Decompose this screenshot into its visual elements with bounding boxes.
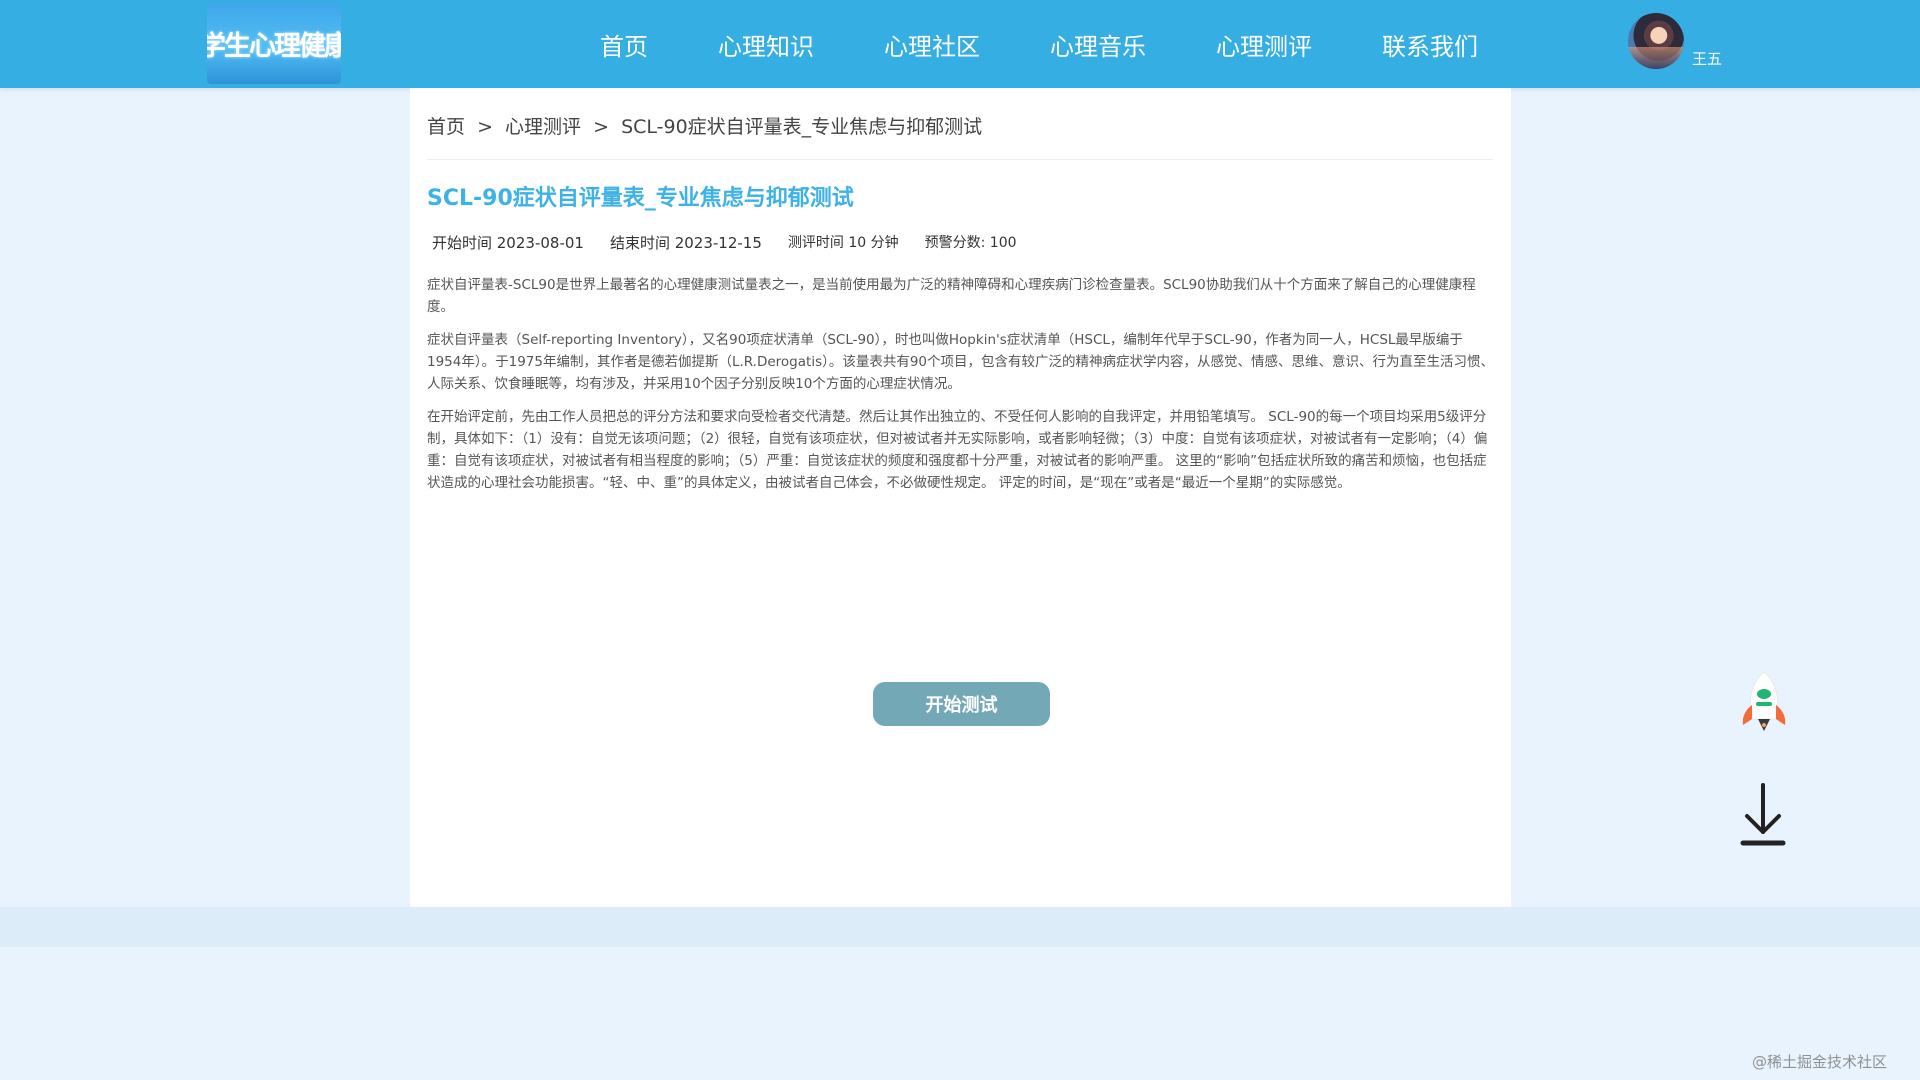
breadcrumb-separator: > [477,116,493,138]
warning-score: 预警分数: 100 [924,235,1017,251]
description-paragraph: 在开始评定前，先由工作人员把总的评分方法和要求向受检者交代清楚。然后让其作出独立… [427,409,1488,491]
main-nav: 首页 心理知识 心理社区 心理音乐 心理测评 联系我们 [600,0,1478,88]
breadcrumb: 首页 > 心理测评 > SCL-90症状自评量表_专业焦虑与抑郁测试 [427,112,982,139]
logo-text: 学生心理健康 [207,31,341,62]
breadcrumb-section[interactable]: 心理测评 [505,116,581,138]
nav-item-community[interactable]: 心理社区 [884,27,980,62]
breadcrumb-home[interactable]: 首页 [427,116,465,138]
user-name[interactable]: 王五 [1692,48,1722,69]
breadcrumb-current: SCL-90症状自评量表_专业焦虑与抑郁测试 [621,116,983,138]
nav-item-home[interactable]: 首页 [600,27,648,62]
test-description: 症状自评量表-SCL90是世界上最著名的心理健康测试量表之一，是当前使用最为广泛… [427,274,1497,505]
site-logo[interactable]: 学生心理健康 [207,3,341,84]
top-navbar: 学生心理健康 首页 心理知识 心理社区 心理音乐 心理测评 联系我们 王五 [0,0,1920,88]
description-paragraph: 症状自评量表-SCL90是世界上最著名的心理健康测试量表之一，是当前使用最为广泛… [427,277,1476,315]
rocket-icon[interactable] [1734,669,1794,743]
test-meta: 开始时间 2023-08-01 结束时间 2023-12-15 测评时间 10 … [432,232,1043,253]
page-title: SCL-90症状自评量表_专业焦虑与抑郁测试 [427,186,854,211]
nav-item-contact[interactable]: 联系我们 [1382,27,1478,62]
nav-item-knowledge[interactable]: 心理知识 [718,27,814,62]
nav-item-assessment[interactable]: 心理测评 [1216,27,1312,62]
breadcrumb-separator: > [593,116,610,138]
test-detail-card: 首页 > 心理测评 > SCL-90症状自评量表_专业焦虑与抑郁测试 SCL-9… [410,88,1511,907]
watermark: @稀土掘金技术社区 [1752,1053,1888,1071]
user-avatar[interactable] [1628,13,1684,69]
nav-item-music[interactable]: 心理音乐 [1050,27,1146,62]
start-time: 开始时间 2023-08-01 [432,234,584,252]
start-test-button[interactable]: 开始测试 [873,682,1050,726]
footer-band [0,907,1920,947]
download-arrow-icon[interactable] [1738,780,1788,850]
end-time: 结束时间 2023-12-15 [609,234,762,252]
description-paragraph: 症状自评量表（Self-reporting Inventory），又名90项症状… [427,332,1495,392]
divider [427,159,1493,160]
test-duration: 测评时间 10 分钟 [787,235,899,251]
